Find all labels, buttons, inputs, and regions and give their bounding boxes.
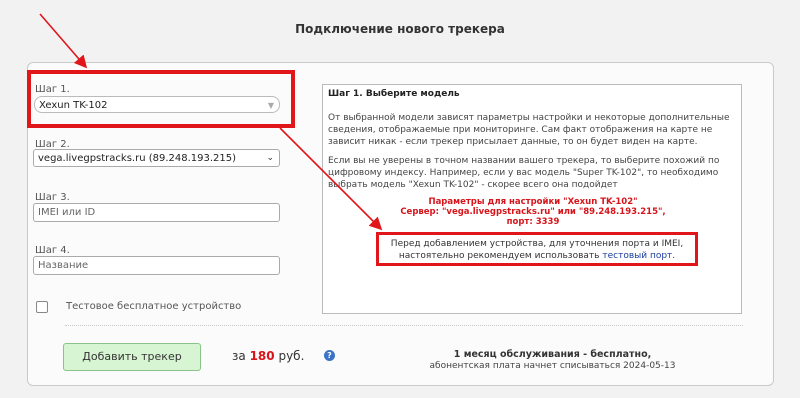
annotation-arrow-top — [39, 13, 88, 69]
annotation-arrows — [39, 13, 383, 231]
annotation-arrow-warning — [279, 127, 383, 231]
